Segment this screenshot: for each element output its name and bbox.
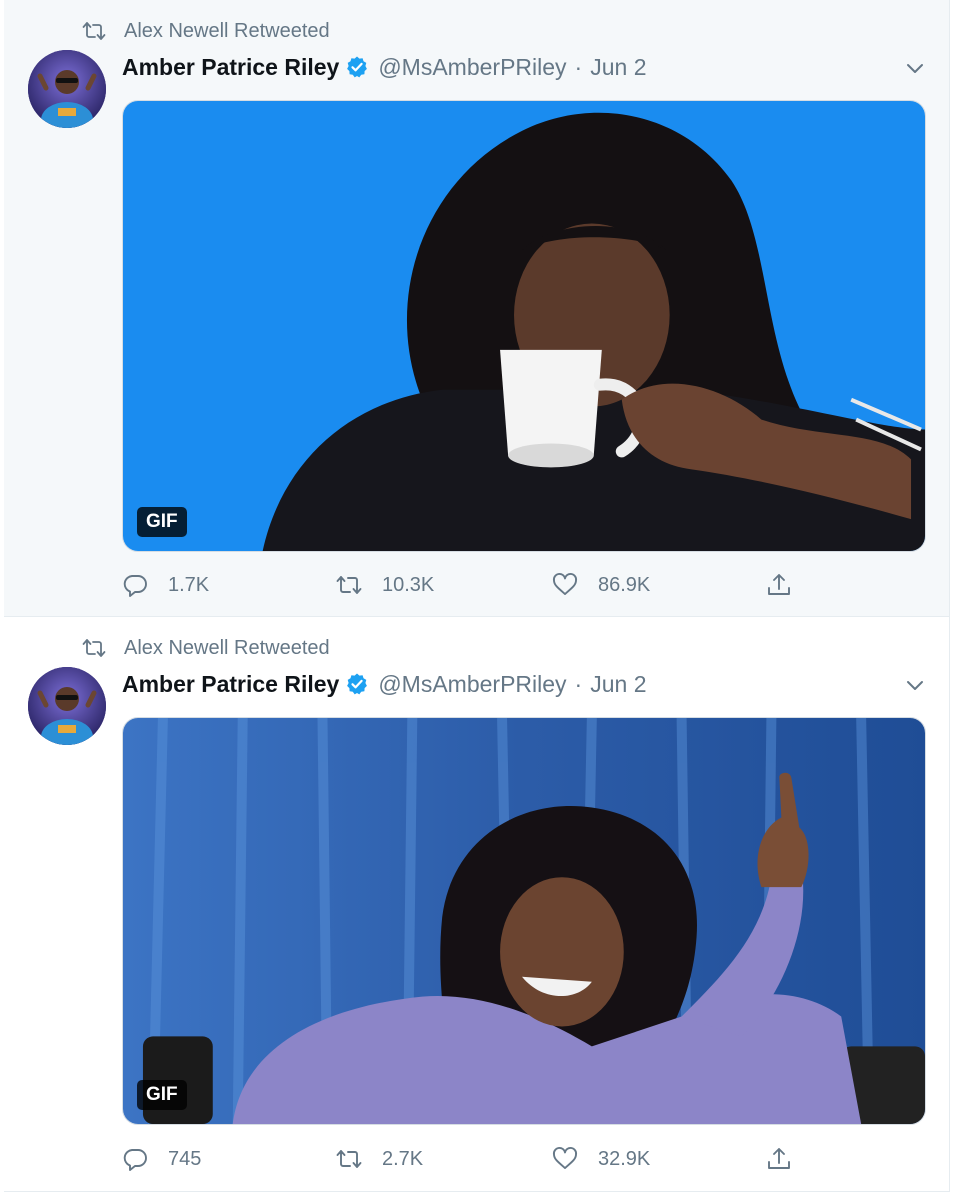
retweeted-by-label[interactable]: Alex Newell Retweeted [124,637,330,660]
timeline: Alex Newell Retweeted Amber Patrice Rile… [0,0,964,1192]
gif-image [123,101,925,551]
tweet-header: Amber Patrice Riley @MsAmberPRiley · Jun… [122,50,646,84]
avatar[interactable] [28,667,106,745]
retweet-count: 10.3K [382,573,435,596]
chevron-down-icon[interactable] [903,673,927,697]
like-button[interactable]: 86.9K [552,568,650,602]
author-handle[interactable]: @MsAmberPRiley [378,671,566,698]
retweet-icon [336,576,362,594]
heart-icon [553,572,577,595]
author-name[interactable]: Amber Patrice Riley [122,671,339,698]
gif-badge: GIF [137,1080,187,1110]
gif-media[interactable]: GIF [122,100,926,552]
retweet-count: 2.7K [382,1147,424,1170]
reply-count: 745 [168,1147,202,1170]
reply-button[interactable]: 745 [122,1142,201,1176]
like-button[interactable]: 32.9K [552,1142,650,1176]
retweet-context: Alex Newell Retweeted [82,18,330,44]
heart-icon [553,1146,577,1169]
tweet[interactable]: Alex Newell Retweeted Amber Patrice Rile… [4,617,950,1192]
share-icon [768,574,790,595]
tweet-date[interactable]: Jun 2 [590,54,646,81]
separator: · [574,670,583,697]
reply-button[interactable]: 1.7K [122,568,209,602]
gif-badge: GIF [137,507,187,537]
tweet-date[interactable]: Jun 2 [590,671,646,698]
author-name[interactable]: Amber Patrice Riley [122,54,339,81]
share-icon [768,1148,790,1169]
author-handle[interactable]: @MsAmberPRiley [378,54,566,81]
retweet-button[interactable]: 2.7K [336,1142,423,1176]
chevron-down-icon[interactable] [903,56,927,80]
retweeted-by-label[interactable]: Alex Newell Retweeted [124,20,330,43]
retweet-context: Alex Newell Retweeted [82,635,330,661]
share-button[interactable] [766,1142,792,1176]
tweet-actions: 1.7K 10.3K 86.9K [122,568,822,602]
like-count: 32.9K [598,1147,651,1170]
reply-icon [123,575,147,597]
retweet-icon [336,1150,362,1168]
avatar[interactable] [28,50,106,128]
like-count: 86.9K [598,573,651,596]
share-button[interactable] [766,568,792,602]
gif-image [123,718,925,1124]
tweet-header: Amber Patrice Riley @MsAmberPRiley · Jun… [122,667,646,701]
verified-badge-icon [345,55,369,79]
reply-icon [123,1149,147,1171]
retweet-icon [82,638,106,658]
separator: · [574,53,583,80]
retweet-button[interactable]: 10.3K [336,568,434,602]
tweet-actions: 745 2.7K 32.9K [122,1142,822,1176]
verified-badge-icon [345,672,369,696]
retweet-icon [82,21,106,41]
gif-media[interactable]: GIF [122,717,926,1125]
tweet[interactable]: Alex Newell Retweeted Amber Patrice Rile… [4,0,950,617]
reply-count: 1.7K [168,573,210,596]
